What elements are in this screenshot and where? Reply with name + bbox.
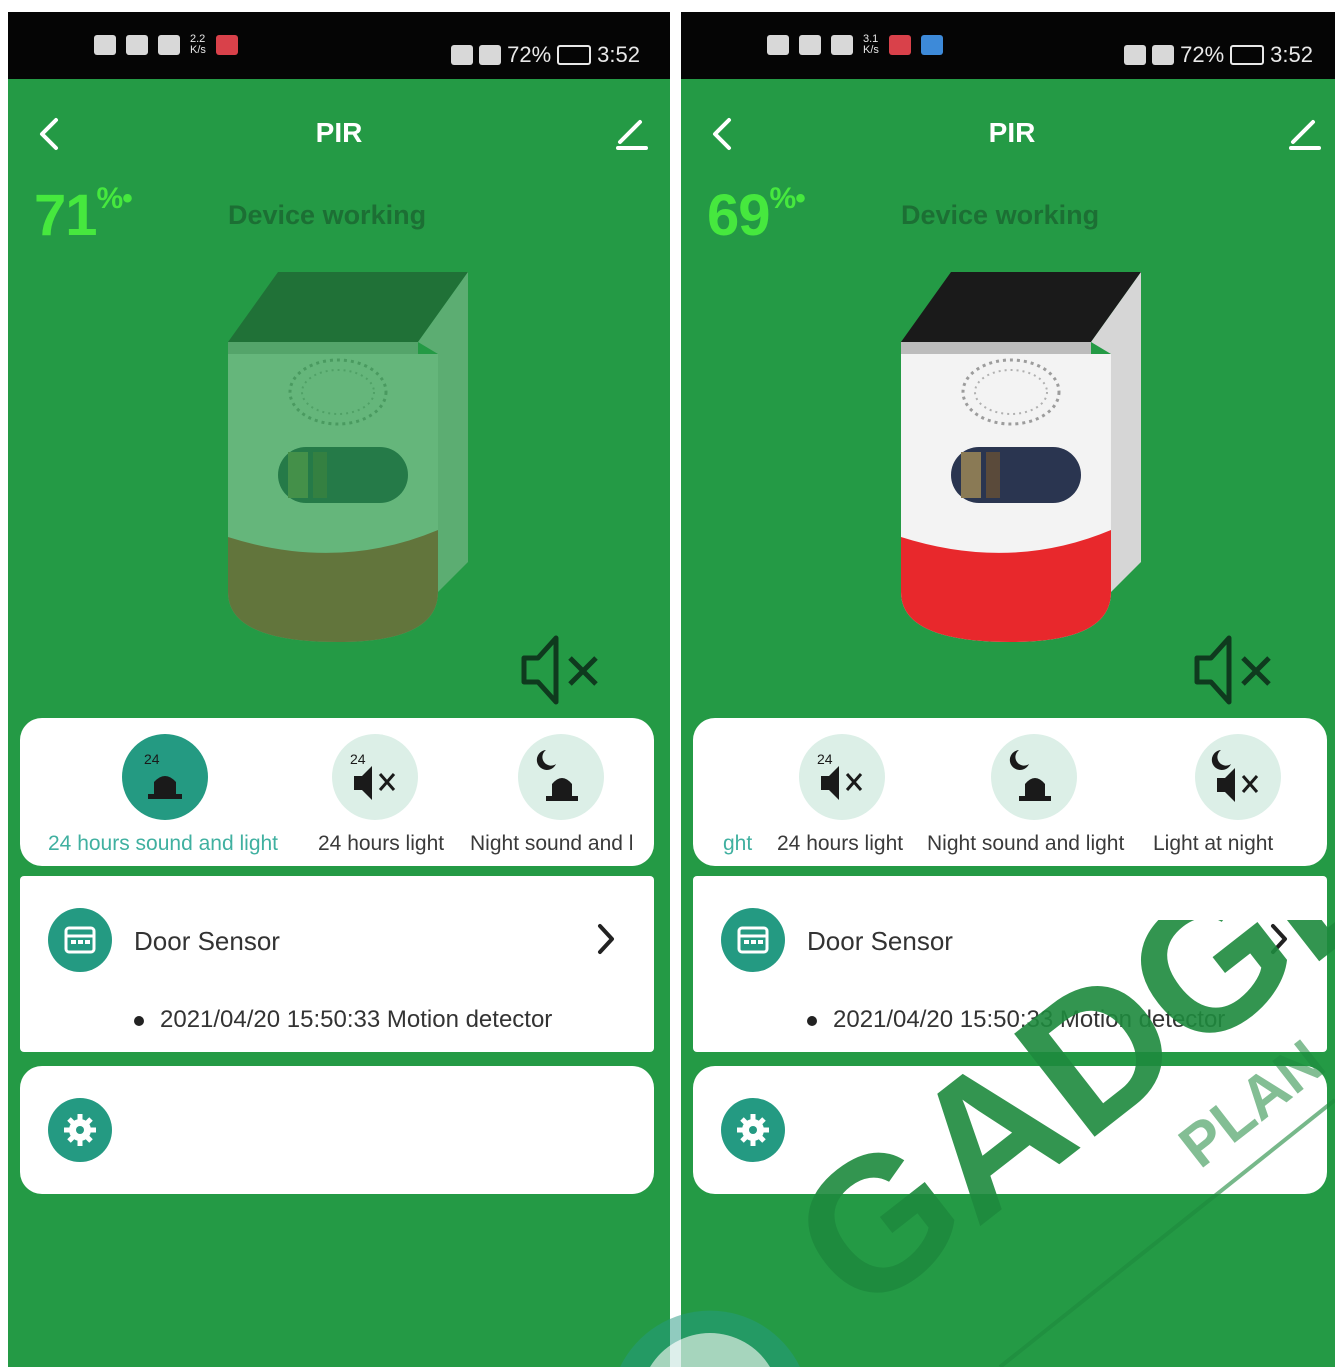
svg-text:24: 24 [817, 751, 833, 767]
chevron-right-icon[interactable] [1269, 922, 1289, 956]
app-notification-icon [888, 35, 911, 55]
sensor-card[interactable]: Door Sensor 2021/04/20 15:50:33 Motion d… [693, 876, 1327, 1052]
signal-icon [126, 35, 148, 55]
status-bar: 2.2 K/s 72% 3:52 [8, 12, 670, 79]
mode-label: 24 hours light [318, 832, 445, 855]
device-status: Device working [901, 200, 1100, 230]
wifi-icon [158, 35, 180, 55]
status-bar: 3.1 K/s 72% 3:52 [681, 12, 1335, 79]
event-entry: 2021/04/20 15:50:33 Motion detector [807, 1006, 1225, 1034]
page-title: PIR [988, 117, 1036, 148]
calendar-icon [721, 908, 785, 972]
settings-card[interactable] [20, 1066, 654, 1194]
mode-selector: ght 24 24 hours light Night sound and li… [693, 718, 1327, 866]
sensor-name: Door Sensor [134, 926, 280, 956]
mode-label: Night sound and light [927, 832, 1125, 855]
battery-level: 69%• [707, 182, 806, 248]
chevron-right-icon[interactable] [596, 922, 616, 956]
device-status: Device working [228, 200, 427, 230]
nfc-icon [451, 45, 474, 65]
event-entry: 2021/04/20 15:50:33 Motion detector [134, 1006, 552, 1034]
sensor-card[interactable]: Door Sensor 2021/04/20 15:50:33 Motion d… [20, 876, 654, 1052]
edit-button[interactable] [614, 116, 648, 150]
device-image [899, 270, 1143, 642]
mode-label: 24 hours sound and light [48, 832, 279, 855]
mute-button[interactable] [520, 630, 606, 710]
signal-icon [799, 35, 821, 55]
clock: 3:52 [597, 42, 640, 67]
mute-24h-icon: 24 [332, 734, 418, 820]
app-screen-left: 2.2 K/s 72% 3:52 PIR 71%• Device working [8, 12, 670, 1367]
gear-icon [48, 1098, 112, 1162]
clock: 3:52 [1270, 42, 1313, 67]
mode-24h-sound-light[interactable]: 24 24 hours sound and light [20, 718, 320, 866]
mute-button[interactable] [1193, 630, 1279, 710]
app-notification-icon [920, 35, 943, 55]
settings-card[interactable] [693, 1066, 1327, 1194]
bullet-icon [134, 1015, 144, 1026]
svg-text:24: 24 [144, 751, 160, 767]
mode-label: ght [723, 832, 753, 855]
network-speed: 3.1 K/s [863, 33, 879, 56]
battery-icon [1230, 45, 1265, 65]
page-title: PIR [315, 117, 363, 148]
mode-selector: 24 24 hours sound and light 24 24 hours … [20, 718, 654, 866]
sensor-name: Door Sensor [807, 926, 953, 956]
mode-light-at-night[interactable]: Light at night [1147, 718, 1327, 866]
mode-night-sound-light[interactable]: Night sound and l [470, 718, 654, 866]
edit-button[interactable] [1287, 116, 1321, 150]
siren-24h-icon: 24 [122, 734, 208, 820]
mute-24h-icon: 24 [799, 734, 885, 820]
siren-night-icon [991, 734, 1077, 820]
battery-level: 71%• [34, 182, 133, 248]
siren-night-icon [518, 734, 604, 820]
wifi-icon [831, 35, 853, 55]
battery-icon [557, 45, 592, 65]
nfc-icon [1124, 45, 1147, 65]
calendar-icon [48, 908, 112, 972]
alarm-icon [479, 45, 502, 65]
mute-night-icon [1195, 734, 1281, 820]
sim-icon [767, 35, 789, 55]
device-image [188, 262, 488, 642]
svg-text:24: 24 [350, 751, 366, 767]
app-screen-right: 3.1 K/s 72% 3:52 PIR 69%• Device working… [681, 12, 1335, 1367]
app-notification-icon [215, 35, 238, 55]
battery-percent: 72% [1180, 42, 1225, 67]
mode-24h-sound-light[interactable]: ght [693, 718, 767, 866]
alarm-icon [1152, 45, 1175, 65]
mode-24h-light[interactable]: 24 24 hours light [767, 718, 927, 866]
battery-percent: 72% [507, 42, 552, 67]
mode-label: 24 hours light [777, 832, 904, 855]
gear-icon [721, 1098, 785, 1162]
mode-24h-light[interactable]: 24 24 hours light [310, 718, 470, 866]
mode-night-sound-light[interactable]: Night sound and light [927, 718, 1143, 866]
mode-label: Night sound and l [470, 832, 634, 855]
sim-icon [94, 35, 116, 55]
mode-label: Light at night [1153, 832, 1274, 855]
bullet-icon [807, 1015, 817, 1026]
network-speed: 2.2 K/s [190, 33, 206, 56]
